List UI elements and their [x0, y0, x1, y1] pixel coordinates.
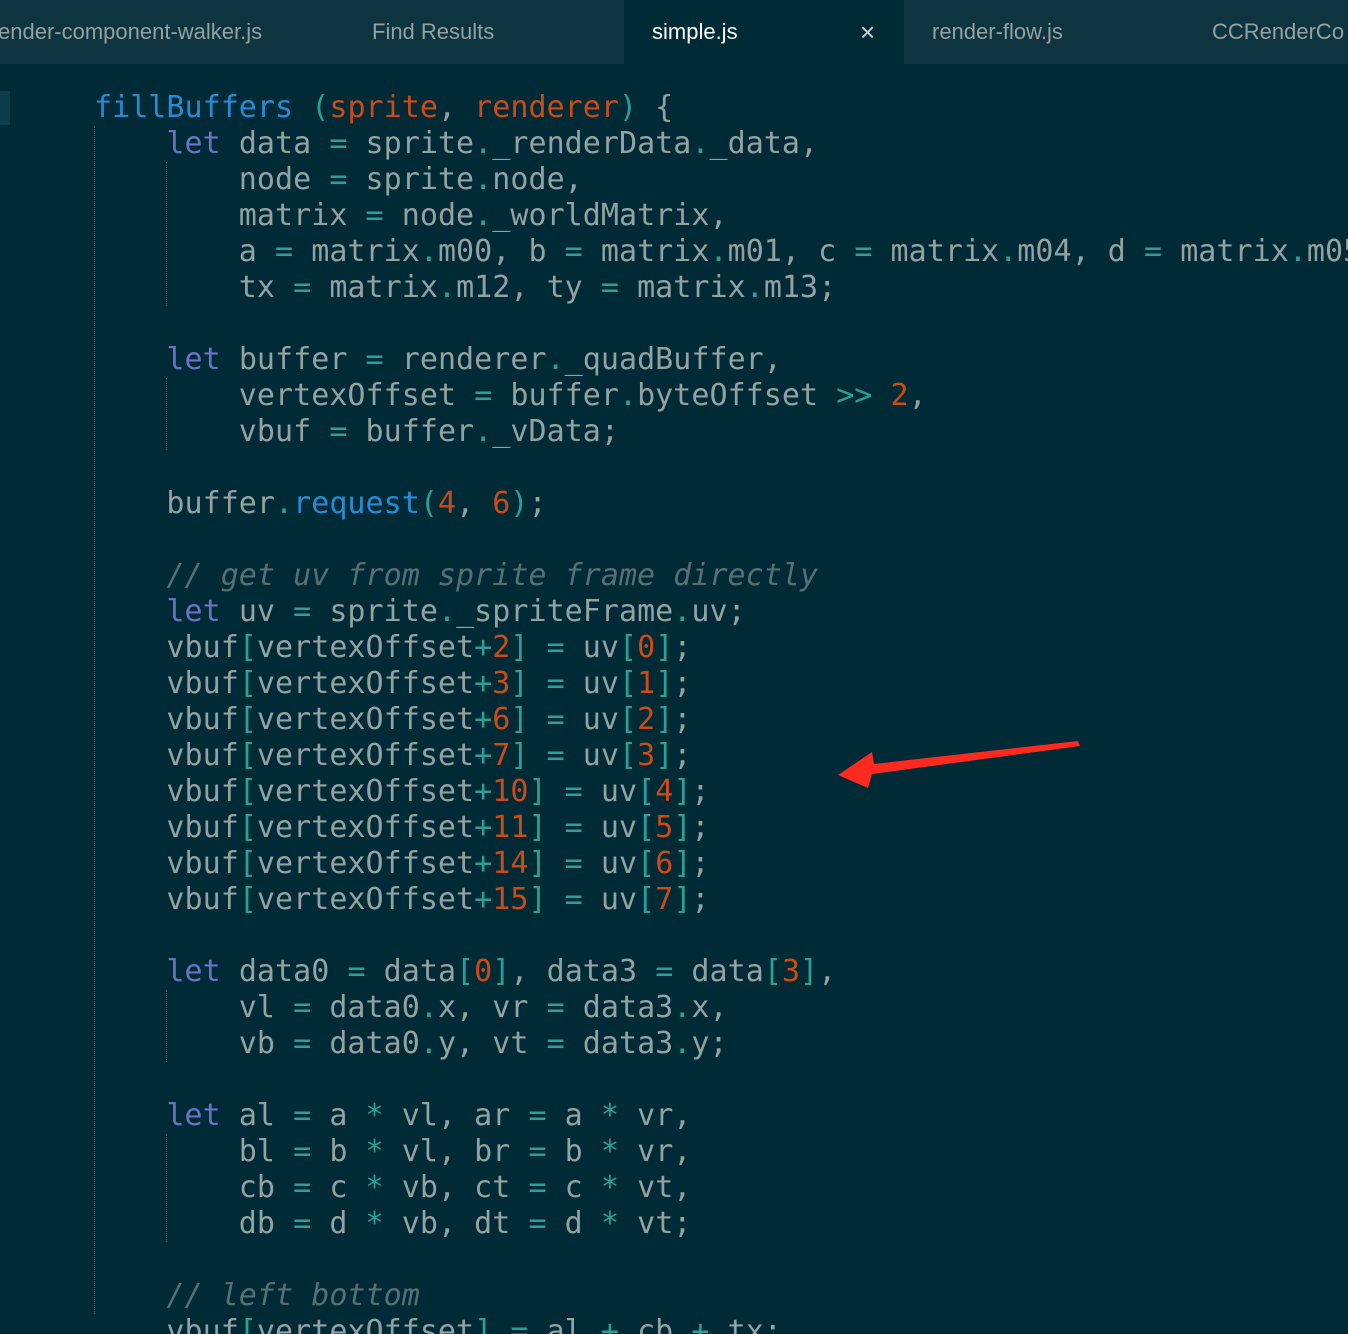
red-arrow-icon	[838, 741, 1080, 788]
annotation-arrow	[838, 741, 1080, 788]
